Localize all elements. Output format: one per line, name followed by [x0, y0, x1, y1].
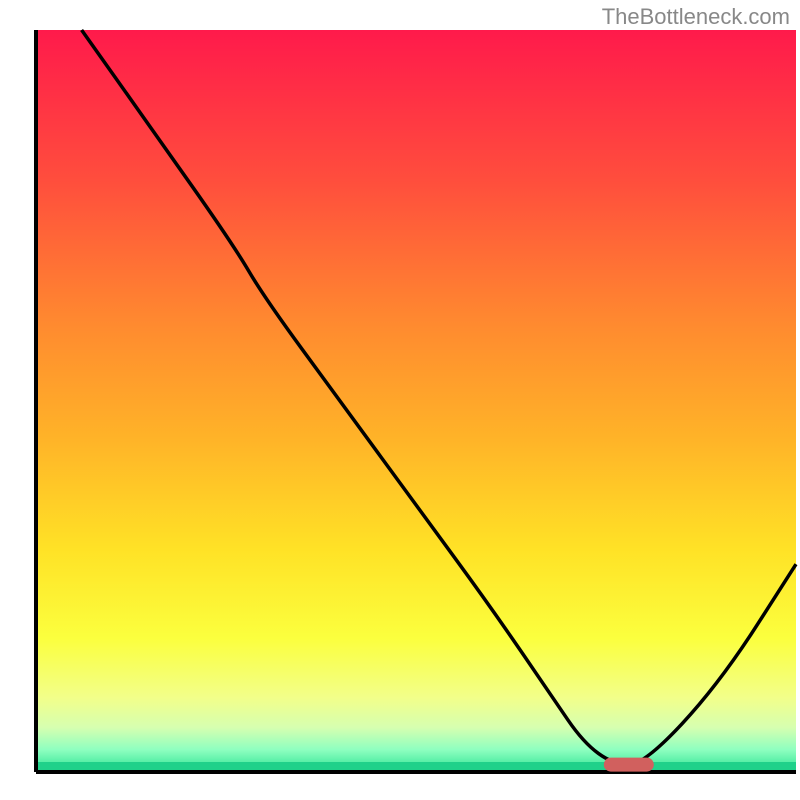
- bottleneck-chart: [0, 0, 800, 800]
- optimal-marker: [604, 758, 654, 772]
- watermark-text: TheBottleneck.com: [602, 4, 790, 30]
- plot-background: [36, 30, 796, 772]
- chart-container: { "watermark": "TheBottleneck.com", "cha…: [0, 0, 800, 800]
